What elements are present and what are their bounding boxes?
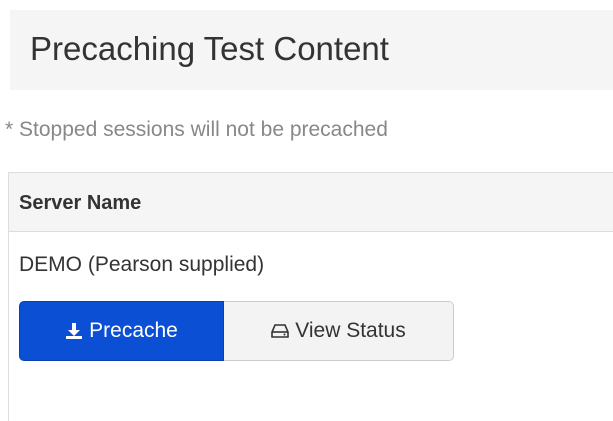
view-status-button[interactable]: View Status	[224, 301, 454, 361]
download-icon	[65, 322, 83, 340]
precache-button-label: Precache	[89, 319, 178, 342]
hdd-icon	[271, 323, 290, 339]
page-header: Precaching Test Content	[10, 10, 613, 90]
view-status-button-label: View Status	[295, 319, 406, 342]
page-title: Precaching Test Content	[30, 30, 389, 67]
stopped-sessions-note: * Stopped sessions will not be precached	[5, 118, 388, 141]
page: Precaching Test Content * Stopped sessio…	[0, 0, 613, 421]
server-actions: Precache View Status	[19, 301, 454, 361]
table-header: Server Name	[9, 173, 613, 232]
server-name-cell: DEMO (Pearson supplied)	[19, 253, 265, 276]
server-table: Server Name DEMO (Pearson supplied) Prec…	[8, 172, 613, 421]
precache-button[interactable]: Precache	[19, 301, 224, 361]
column-header-server-name: Server Name	[19, 192, 142, 214]
